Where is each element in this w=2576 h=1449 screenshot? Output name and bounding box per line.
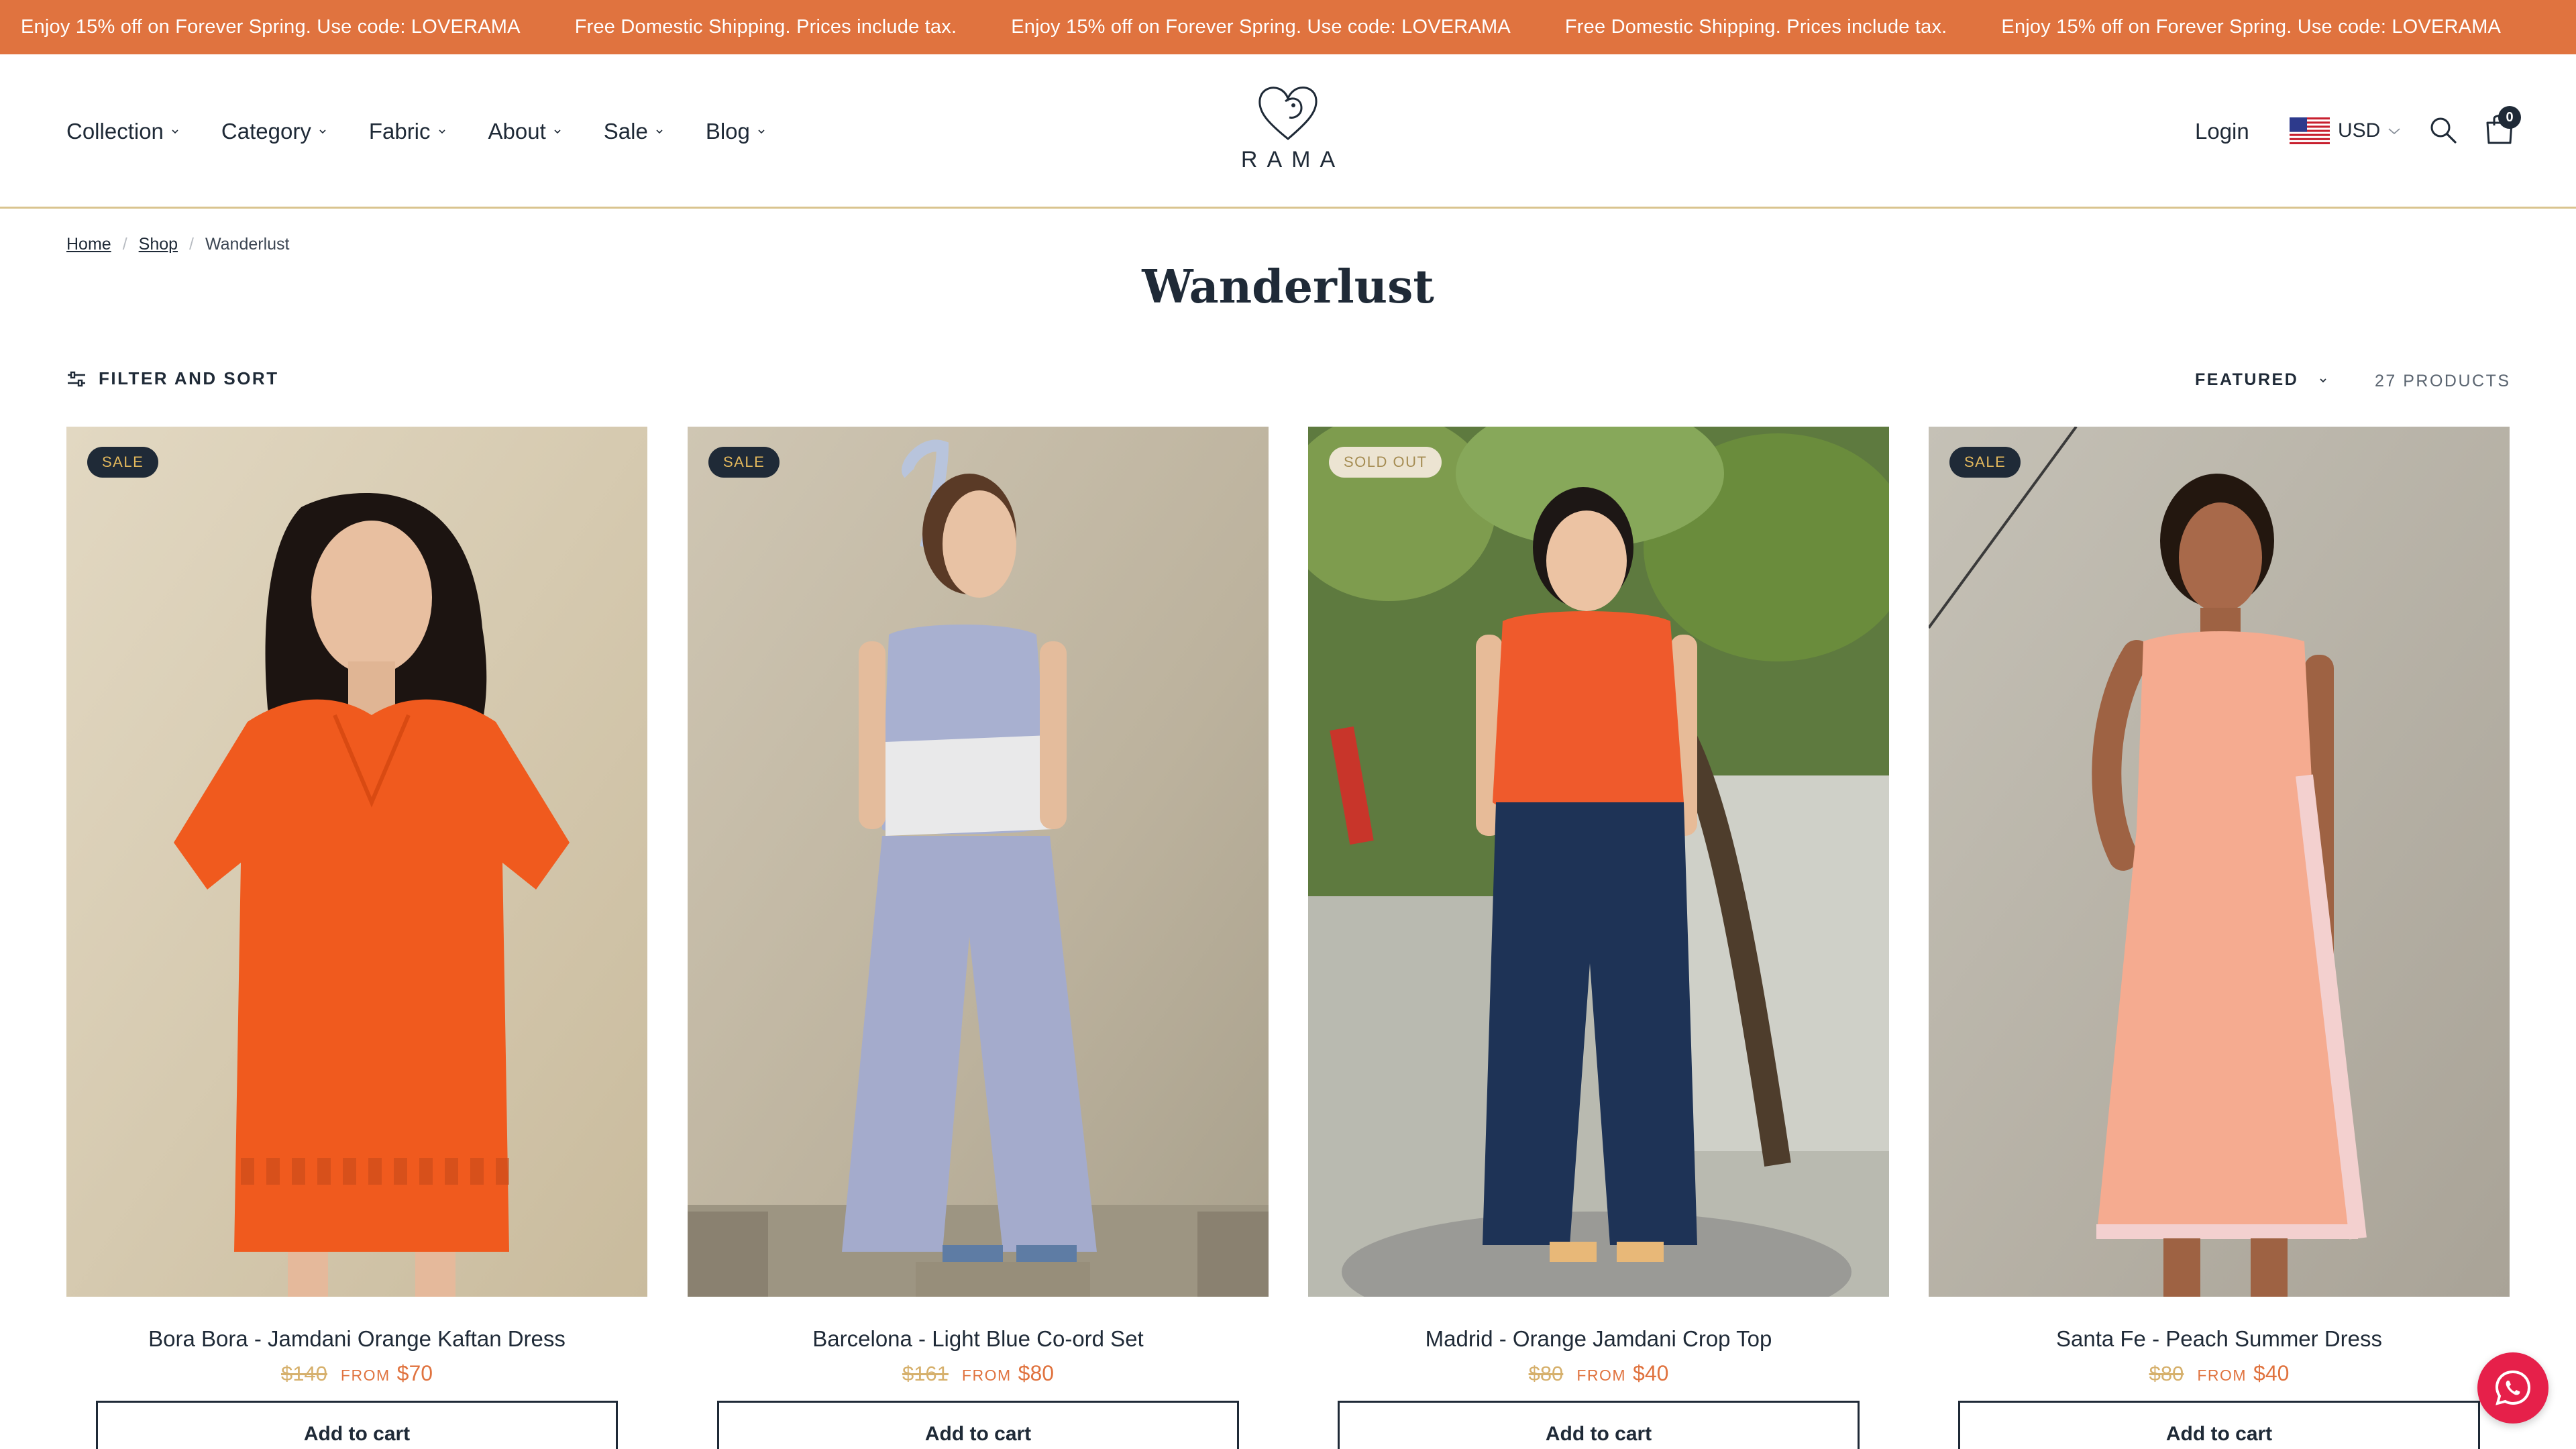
site-logo[interactable]: RAMA (1234, 81, 1342, 189)
nav-collection[interactable]: Collection (66, 119, 180, 144)
product-image[interactable]: SALE (688, 427, 1269, 1297)
from-label: FROM (1576, 1366, 1627, 1384)
sale-badge: SALE (1949, 447, 2021, 478)
product-photo (1308, 427, 1889, 1297)
sort-label: FEATURED (2195, 370, 2299, 389)
chevron-down-icon (2388, 128, 2400, 135)
nav-label: Sale (603, 119, 648, 144)
main-nav: Collection Category Fabric About Sale Bl… (66, 54, 808, 209)
product-card: SALE Santa Fe - Peach Summer Dress $80 F… (1929, 427, 2510, 1449)
filter-label: FILTER AND SORT (99, 368, 279, 388)
cart-button[interactable]: 0 (2479, 106, 2521, 148)
product-price: $140 FROM $70 (66, 1361, 647, 1386)
announcement-item: Enjoy 15% off on Forever Spring. Use cod… (2001, 16, 2502, 38)
nav-label: Category (221, 119, 311, 144)
product-image[interactable]: SOLD OUT (1308, 427, 1889, 1297)
sort-select[interactable]: FEATURED (2195, 370, 2328, 390)
product-title[interactable]: Bora Bora - Jamdani Orange Kaftan Dress (66, 1326, 647, 1352)
nav-label: Blog (705, 119, 750, 144)
sale-price: $40 (1633, 1361, 1669, 1385)
nav-label: Collection (66, 119, 164, 144)
sold-out-badge: SOLD OUT (1329, 447, 1442, 478)
announcement-bar: Enjoy 15% off on Forever Spring. Use cod… (0, 0, 2576, 54)
product-card: SALE Bora Bora - Jamdani Orange Kaftan D… (66, 427, 647, 1449)
cart-count-badge: 0 (2498, 106, 2521, 129)
breadcrumb-shop[interactable]: Shop (139, 235, 178, 254)
page-title: Wanderlust (1142, 260, 1434, 314)
from-label: FROM (340, 1366, 390, 1384)
sale-badge: SALE (87, 447, 159, 478)
product-price: $161 FROM $80 (688, 1361, 1269, 1386)
product-card: SOLD OUT Madrid - Orange Jamdani Crop To… (1308, 427, 1889, 1449)
sale-badge: SALE (708, 447, 780, 478)
nav-category[interactable]: Category (221, 119, 327, 144)
product-photo (66, 427, 647, 1297)
product-price: $80 FROM $40 (1308, 1361, 1889, 1386)
product-title[interactable]: Madrid - Orange Jamdani Crop Top (1308, 1326, 1889, 1352)
sale-price: $70 (396, 1361, 433, 1385)
product-card: SALE Barcelona - Light Blue Co-ord Set $… (688, 427, 1269, 1449)
product-price: $80 FROM $40 (1929, 1361, 2510, 1386)
add-to-cart-button[interactable]: Add to cart (717, 1401, 1239, 1449)
announcement-item: Enjoy 15% off on Forever Spring. Use cod… (21, 16, 521, 38)
breadcrumb: Home / Shop / Wanderlust (66, 235, 290, 254)
breadcrumb-home[interactable]: Home (66, 235, 111, 254)
currency-selector[interactable]: USD (2290, 117, 2402, 144)
sale-price: $40 (2253, 1361, 2290, 1385)
product-count: 27 PRODUCTS (2375, 372, 2511, 390)
announcement-item: Free Domestic Shipping. Prices include t… (574, 16, 957, 38)
compare-at-price: $80 (2149, 1362, 2184, 1385)
whatsapp-icon (2495, 1370, 2531, 1405)
us-flag-icon (2290, 117, 2330, 144)
logo-text: RAMA (1240, 147, 1345, 172)
product-title[interactable]: Santa Fe - Peach Summer Dress (1929, 1326, 2510, 1352)
product-image[interactable]: SALE (1929, 427, 2510, 1297)
chevron-down-icon (758, 129, 765, 134)
compare-at-price: $80 (1528, 1362, 1564, 1385)
filter-sliders-icon (68, 371, 85, 386)
add-to-cart-button[interactable]: Add to cart (96, 1401, 618, 1449)
product-photo (688, 427, 1269, 1297)
chevron-down-icon (554, 129, 561, 134)
whatsapp-chat-button[interactable] (2477, 1352, 2548, 1424)
nav-blog[interactable]: Blog (706, 119, 766, 144)
breadcrumb-separator: / (122, 235, 127, 254)
sale-price: $80 (1018, 1361, 1055, 1385)
chevron-down-icon (319, 129, 326, 134)
compare-at-price: $140 (280, 1362, 327, 1385)
currency-label: USD (2338, 119, 2381, 142)
from-label: FROM (961, 1366, 1012, 1384)
login-link[interactable]: Login (2195, 119, 2249, 144)
announcement-item: Enjoy 15% off on Forever Spring. Use cod… (1011, 16, 1511, 38)
product-image[interactable]: SALE (66, 427, 647, 1297)
site-header: Collection Category Fabric About Sale Bl… (0, 54, 2576, 209)
chevron-down-icon (172, 129, 178, 134)
nav-about[interactable]: About (488, 119, 562, 144)
from-label: FROM (2197, 1366, 2247, 1384)
add-to-cart-button[interactable]: Add to cart (1338, 1401, 1860, 1449)
search-icon[interactable] (2428, 115, 2458, 145)
add-to-cart-button[interactable]: Add to cart (1958, 1401, 2480, 1449)
announcement-item: Free Domestic Shipping. Prices include t… (1564, 16, 1947, 38)
breadcrumb-current: Wanderlust (205, 235, 290, 254)
chevron-down-icon (2320, 378, 2326, 382)
nav-label: About (488, 119, 546, 144)
heart-logo-icon (1258, 87, 1318, 140)
nav-label: Fabric (368, 119, 431, 144)
product-photo (1929, 427, 2510, 1297)
nav-sale[interactable]: Sale (604, 119, 664, 144)
chevron-down-icon (438, 129, 445, 134)
product-title[interactable]: Barcelona - Light Blue Co-ord Set (688, 1326, 1269, 1352)
nav-fabric[interactable]: Fabric (369, 119, 447, 144)
compare-at-price: $161 (902, 1362, 949, 1385)
chevron-down-icon (656, 129, 663, 134)
breadcrumb-separator: / (189, 235, 194, 254)
announcement-track: Enjoy 15% off on Forever Spring. Use cod… (21, 0, 2555, 54)
filter-and-sort-button[interactable]: FILTER AND SORT (66, 368, 279, 389)
